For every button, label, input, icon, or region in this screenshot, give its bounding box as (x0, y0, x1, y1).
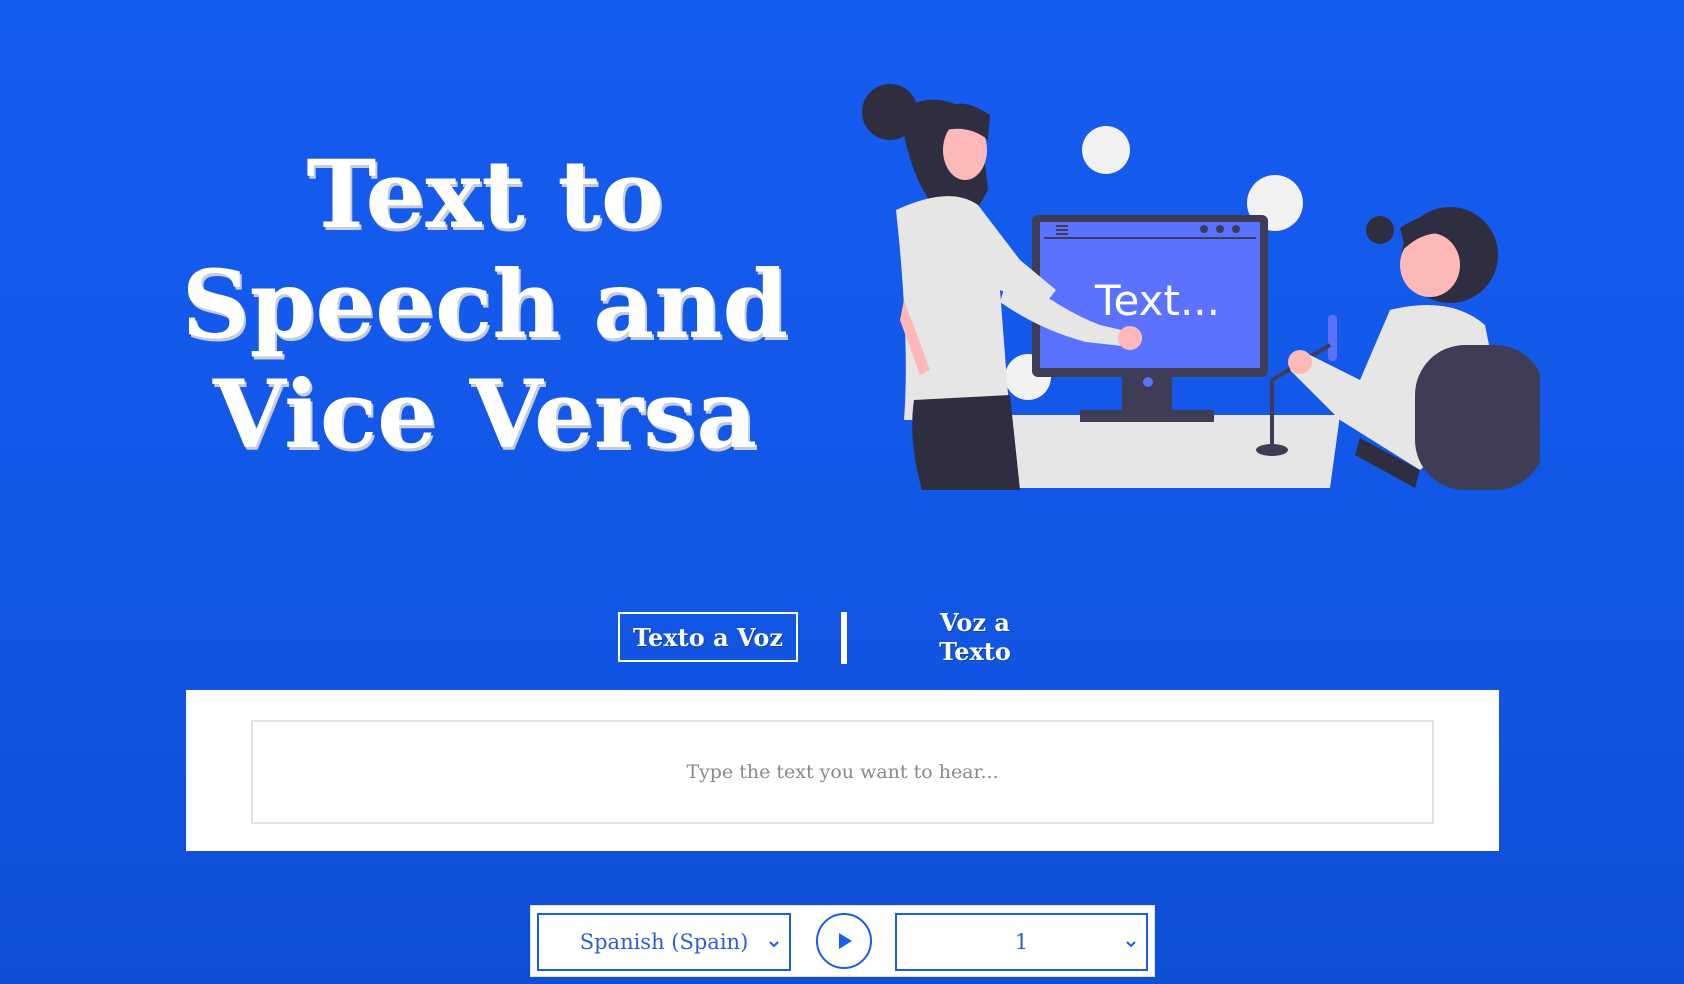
mode-tabs: Texto a Voz Voz a Texto (0, 608, 1684, 666)
tab-divider (841, 612, 847, 664)
rate-select[interactable]: 1 (895, 913, 1148, 971)
chevron-down-icon (1126, 941, 1136, 948)
tab-texto-a-voz[interactable]: Texto a Voz (618, 612, 798, 662)
language-select[interactable]: Spanish (Spain) (537, 913, 791, 971)
rate-select-value: 1 (1014, 930, 1029, 954)
playback-controls: Spanish (Spain) 1 (530, 905, 1155, 977)
title-line-3: Vice Versa (212, 360, 758, 470)
tab-voz-a-texto[interactable]: Voz a Texto (900, 608, 1050, 666)
hero-illustration: Text... (862, 84, 1540, 490)
title-line-1: Text to (306, 140, 664, 250)
play-icon (839, 933, 852, 949)
play-button[interactable] (816, 913, 872, 969)
text-panel (186, 690, 1499, 851)
page-title: Text to Speech and Vice Versa (180, 140, 790, 470)
monitor-text: Text... (1094, 276, 1220, 325)
text-to-speak-input[interactable] (251, 720, 1434, 824)
language-select-value: Spanish (Spain) (579, 930, 749, 954)
chevron-down-icon (769, 941, 779, 948)
title-line-2: Speech and (181, 250, 789, 360)
